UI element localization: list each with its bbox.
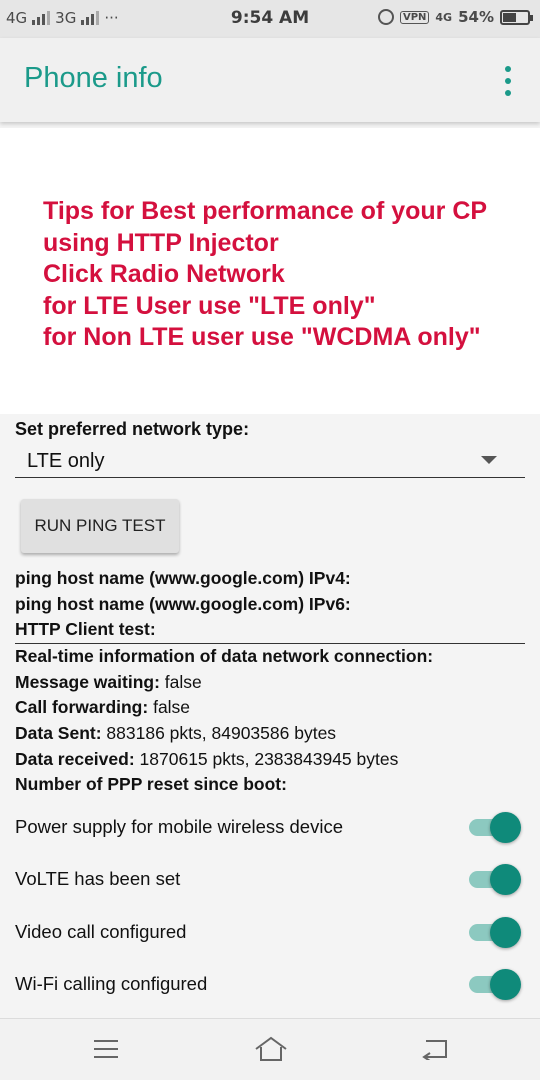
tips-overlay: Tips for Best performance of your CP usi… — [0, 128, 540, 414]
network-4g-indicator: 4G — [435, 10, 453, 24]
dropdown-arrow-icon — [481, 456, 497, 464]
tips-line: Tips for Best performance of your CP — [43, 197, 488, 225]
info-data-received: Data received: 1870615 pkts, 2383843945 … — [15, 748, 399, 769]
status-right: VPN 4G 54% — [377, 8, 533, 26]
back-icon[interactable] — [422, 1038, 448, 1060]
info-http-client: HTTP Client test: — [15, 617, 525, 645]
info-ppp-reset: Number of PPP reset since boot: — [15, 774, 287, 795]
tips-line: for Non LTE user use "WCDMA only" — [43, 323, 481, 351]
info-message-waiting: Message waiting: false — [15, 671, 202, 692]
battery-percent: 54% — [458, 8, 494, 26]
info-call-forwarding: Call forwarding: false — [15, 697, 191, 718]
info-ipv6: ping host name (www.google.com) IPv6: — [15, 593, 351, 614]
vpn-icon: VPN — [399, 10, 430, 24]
toggle-label: Power supply for mobile wireless device — [15, 816, 343, 837]
network-type-select[interactable]: LTE only — [15, 440, 525, 478]
tips-line: for LTE User use "LTE only" — [43, 291, 376, 320]
screen: 4G 3G ··· 9:54 AM VPN 4G 54% Phone info … — [0, 0, 540, 1080]
network-type-value: LTE only — [27, 450, 105, 472]
toggle-label: VoLTE has been set — [15, 868, 181, 889]
tips-line: using HTTP Injector — [43, 228, 279, 257]
toggle-row-wifi-calling[interactable]: Wi-Fi calling configured — [15, 962, 525, 1006]
info-data-sent: Data Sent: 883186 pkts, 84903586 bytes — [15, 722, 337, 743]
toggle-row-volte[interactable]: VoLTE has been set — [15, 857, 525, 901]
run-ping-test-button[interactable]: RUN PING TEST — [21, 499, 179, 553]
wifi-calling-switch[interactable] — [469, 969, 521, 1000]
status-bar: 4G 3G ··· 9:54 AM VPN 4G 54% — [0, 0, 540, 38]
tips-text: Tips for Best performance of your CP usi… — [43, 196, 523, 354]
info-realtime: Real-time information of data network co… — [15, 646, 434, 667]
power-supply-switch[interactable] — [469, 812, 521, 843]
page-title: Phone info — [24, 62, 163, 94]
alarm-icon — [377, 9, 394, 25]
network-type-label: Set preferred network type: — [15, 419, 250, 439]
info-list: ping host name (www.google.com) IPv4: pi… — [15, 566, 525, 798]
app-bar: Phone info — [0, 38, 540, 122]
tips-line: Click Radio Network — [43, 260, 285, 288]
volte-switch[interactable] — [469, 864, 521, 895]
navigation-bar — [0, 1018, 540, 1080]
toggle-row-power-supply[interactable]: Power supply for mobile wireless device — [15, 805, 525, 849]
home-icon[interactable] — [254, 1035, 288, 1063]
menu-icon[interactable] — [94, 1040, 118, 1058]
overflow-menu-icon[interactable] — [502, 66, 514, 96]
video-call-switch[interactable] — [469, 917, 521, 948]
battery-icon — [500, 9, 533, 25]
toggle-row-video-call[interactable]: Video call configured — [15, 910, 525, 954]
info-ipv4: ping host name (www.google.com) IPv4: — [15, 568, 351, 588]
toggle-label: Video call configured — [15, 921, 187, 942]
toggle-label: Wi-Fi calling configured — [15, 973, 208, 994]
